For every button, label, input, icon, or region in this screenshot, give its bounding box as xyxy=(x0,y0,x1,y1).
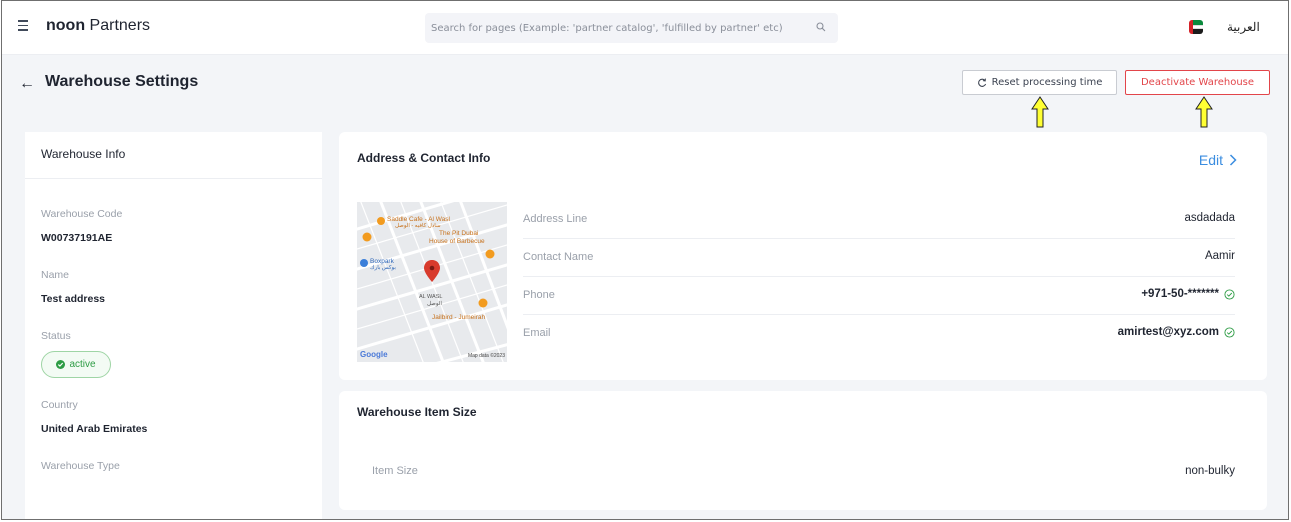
app-window: noon Partners العربية ← Warehouse Settin… xyxy=(1,0,1289,520)
map-poi-label: بوكس بارك xyxy=(370,265,396,271)
map-area-label: AL WASL xyxy=(419,294,443,300)
search-input[interactable] xyxy=(425,13,838,43)
warehouse-type-label: Warehouse Type xyxy=(41,460,120,472)
name-label: Name xyxy=(41,269,70,281)
verified-check-icon xyxy=(1224,326,1235,338)
divider xyxy=(25,178,322,179)
email-label: Email xyxy=(523,327,551,339)
refresh-icon xyxy=(977,78,986,87)
map-poi-label: House of Barbecue xyxy=(429,238,485,245)
verified-check-icon xyxy=(1224,288,1235,300)
country-label: Country xyxy=(41,399,78,411)
reset-processing-time-button[interactable]: Reset processing time xyxy=(962,70,1117,95)
deactivate-button-label: Deactivate Warehouse xyxy=(1140,77,1255,88)
status-label: Status xyxy=(41,330,71,342)
annotation-arrow-icon xyxy=(1195,96,1213,128)
name-value: Test address xyxy=(41,293,105,305)
warehouse-code-label: Warehouse Code xyxy=(41,208,123,220)
contact-name-label: Contact Name xyxy=(523,251,594,263)
item-size-title: Warehouse Item Size xyxy=(357,405,477,419)
check-circle-icon xyxy=(56,360,66,369)
email-value-group: amirtest@xyz.com xyxy=(1118,326,1235,338)
location-map[interactable]: Saddle Cafe - Al Wasl سادل كافيه - الوصل… xyxy=(357,202,507,362)
brand-bold: noon xyxy=(46,17,86,34)
reset-button-label: Reset processing time xyxy=(991,77,1103,88)
warehouse-info-title: Warehouse Info xyxy=(41,147,126,161)
back-arrow-icon[interactable]: ← xyxy=(19,75,35,93)
search-box[interactable] xyxy=(425,13,838,43)
status-badge: active xyxy=(41,351,111,378)
edit-link[interactable]: Edit xyxy=(1199,152,1237,168)
phone-value-group: +971-50-******* xyxy=(1141,288,1235,300)
uae-flag-icon[interactable] xyxy=(1189,20,1203,34)
item-size-value: non-bulky xyxy=(1185,465,1235,477)
search-icon[interactable] xyxy=(816,22,826,32)
top-bar: noon Partners العربية xyxy=(2,1,1288,55)
email-value: amirtest@xyz.com xyxy=(1117,326,1219,338)
address-line-label: Address Line xyxy=(523,213,588,225)
map-poi-label: سادل كافيه - الوصل xyxy=(395,223,441,229)
brand-logo[interactable]: noon Partners xyxy=(46,17,150,35)
phone-label: Phone xyxy=(523,289,555,301)
contact-name-value: Aamir xyxy=(1204,250,1235,262)
deactivate-warehouse-button[interactable]: Deactivate Warehouse xyxy=(1125,70,1270,95)
page-title: Warehouse Settings xyxy=(45,73,199,90)
item-size-label: Item Size xyxy=(372,465,418,477)
status-badge-label: active xyxy=(69,359,96,370)
item-size-card: Warehouse Item Size Item Size non-bulky xyxy=(339,391,1267,510)
address-line-value: asdadada xyxy=(1184,212,1235,224)
google-logo: Google xyxy=(360,350,388,359)
map-poi-label: The Pit Dubai xyxy=(439,230,479,237)
address-contact-title: Address & Contact Info xyxy=(357,151,491,165)
email-row: Email amirtest@xyz.com xyxy=(523,315,1235,353)
country-value: United Arab Emirates xyxy=(41,423,148,435)
map-attribution: Map data ©2023 xyxy=(467,353,505,359)
warehouse-code-value: W00737191AE xyxy=(41,232,113,244)
edit-label: Edit xyxy=(1198,152,1223,168)
phone-value: +971-50-******* xyxy=(1141,288,1219,300)
address-line-row: Address Line asdadada xyxy=(523,201,1235,239)
map-poi-label: Jailbird - Jumeirah xyxy=(432,314,486,321)
chevron-right-icon xyxy=(1229,154,1237,166)
annotation-arrow-icon xyxy=(1031,96,1049,128)
map-poi-label: Boxpark xyxy=(370,258,394,265)
contact-name-row: Contact Name Aamir xyxy=(523,239,1235,277)
hamburger-menu-icon[interactable] xyxy=(18,20,30,32)
phone-row: Phone +971-50-******* xyxy=(523,277,1235,315)
address-contact-card: Address & Contact Info Edit Saddle Cafe … xyxy=(339,132,1267,380)
brand-partners: Partners xyxy=(89,17,151,34)
warehouse-info-card: Warehouse Info Warehouse Code W00737191A… xyxy=(25,132,322,519)
language-switch[interactable]: العربية xyxy=(1227,20,1260,34)
map-area-label: الوصل xyxy=(427,301,442,307)
map-poi-label: Saddle Cafe - Al Wasl xyxy=(387,216,450,223)
